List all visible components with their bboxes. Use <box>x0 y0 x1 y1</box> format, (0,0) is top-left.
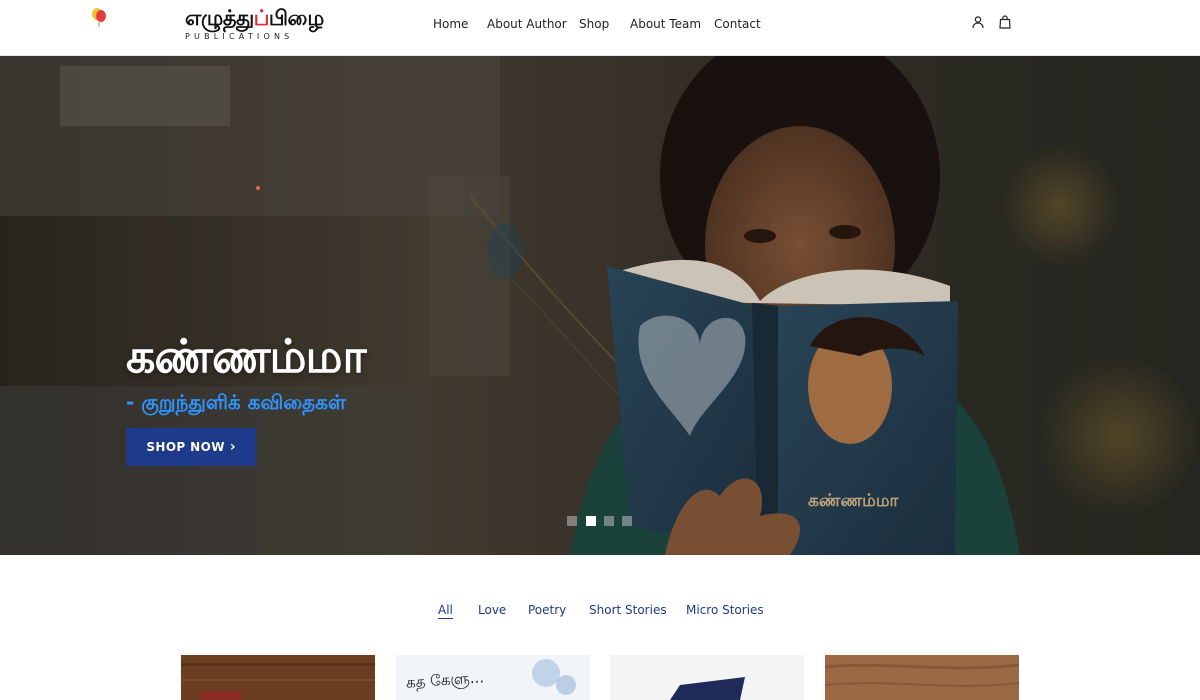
product-card[interactable] <box>610 655 804 700</box>
slider-dot-1[interactable] <box>567 516 577 526</box>
slider-dot-4[interactable] <box>622 516 632 526</box>
hero-title: கண்ணம்மா <box>126 329 367 383</box>
logo-wordmark: எழுத்துப்பிழை <box>185 6 324 30</box>
category-filter: All Love Poetry Short Stories Micro Stor… <box>0 602 1200 620</box>
hero-photo: கண்ணம்மா <box>0 56 1200 555</box>
slider-dot-3[interactable] <box>604 516 614 526</box>
category-all[interactable]: All <box>438 602 453 618</box>
product-card[interactable] <box>825 655 1019 700</box>
hero-slider: கண்ணம்மா கண்ணம்மா - குறுந்துளிக் கவிதைகள… <box>0 56 1200 555</box>
category-short-stories[interactable]: Short Stories <box>589 602 667 618</box>
product-image <box>181 655 375 700</box>
site-logo[interactable]: எழுத்துப்பிழை PUBLICATIONS <box>185 6 325 46</box>
category-micro-stories[interactable]: Micro Stories <box>686 602 764 618</box>
nav-about-author[interactable]: About Author <box>487 16 567 32</box>
nav-contact[interactable]: Contact <box>714 16 761 32</box>
shop-now-label: SHOP NOW <box>146 440 225 454</box>
product-image <box>610 655 804 700</box>
shopping-bag-icon[interactable] <box>998 15 1012 29</box>
user-icon[interactable] <box>971 15 985 29</box>
balloons-icon <box>92 8 106 27</box>
nav-shop[interactable]: Shop <box>579 16 609 32</box>
nav-about-team[interactable]: About Team <box>630 16 701 32</box>
product-card[interactable] <box>181 655 375 700</box>
category-poetry[interactable]: Poetry <box>528 602 566 618</box>
category-love[interactable]: Love <box>478 602 506 618</box>
product-image <box>825 655 1019 700</box>
logo-subtitle: PUBLICATIONS <box>185 32 294 41</box>
site-header: எழுத்துப்பிழை PUBLICATIONS Home About Au… <box>0 0 1200 56</box>
nav-home[interactable]: Home <box>433 16 468 32</box>
shop-now-button[interactable]: SHOP NOW › <box>126 428 256 466</box>
hero-subtitle: - குறுந்துளிக் கவிதைகள் <box>126 390 347 414</box>
slider-dot-2[interactable] <box>586 516 596 526</box>
product-card[interactable]: கத கேளு... <box>396 655 590 700</box>
chevron-right-icon: › <box>229 439 236 455</box>
